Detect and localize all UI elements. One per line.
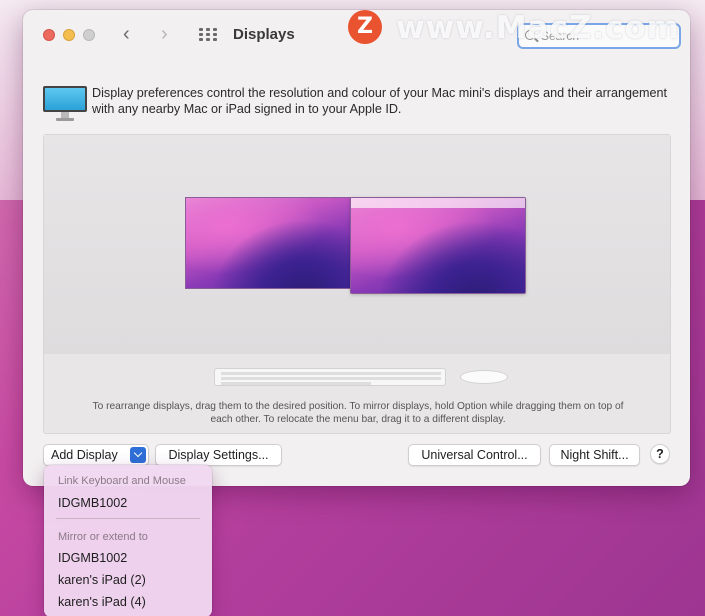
chevron-down-icon[interactable] <box>130 447 146 463</box>
monitor-icon <box>43 86 87 122</box>
minimize-button[interactable] <box>63 29 75 41</box>
mouse-icon <box>460 370 508 384</box>
display-arrangement-area: To rearrange displays, drag them to the … <box>43 134 671 434</box>
link-keyboard-header: Link Keyboard and Mouse <box>58 475 186 487</box>
add-display-button[interactable]: Add Display <box>43 444 149 466</box>
forward-chevron-icon[interactable]: › <box>161 24 168 44</box>
menu-item-mirror-idgmb1002[interactable]: IDGMB1002 <box>58 551 127 565</box>
add-display-menu: Link Keyboard and Mouse IDGMB1002 Mirror… <box>44 465 212 616</box>
menu-item-link-idgmb1002[interactable]: IDGMB1002 <box>58 496 127 510</box>
watermark-badge: Z <box>348 10 382 44</box>
menu-separator <box>56 518 200 519</box>
menu-item-karens-ipad-4[interactable]: karen's iPad (4) <box>58 595 146 609</box>
watermark-text: www.MacZ.com <box>396 10 681 46</box>
universal-control-button[interactable]: Universal Control... <box>408 444 541 466</box>
mirror-extend-header: Mirror or extend to <box>58 531 148 543</box>
menu-bar-handle[interactable] <box>351 198 525 208</box>
display-preferences-description: Display preferences control the resoluti… <box>92 86 668 116</box>
back-chevron-icon[interactable]: ‹ <box>123 24 130 44</box>
arrangement-hint: To rearrange displays, drag them to the … <box>92 401 624 425</box>
displays-window: ‹ › Displays Search Display preferences … <box>23 10 690 486</box>
display-thumbnail-2[interactable] <box>350 197 526 294</box>
watermark: Z www.MacZ.com <box>346 10 696 46</box>
display-settings-button[interactable]: Display Settings... <box>155 444 282 466</box>
close-button[interactable] <box>43 29 55 41</box>
window-title: Displays <box>233 26 295 43</box>
grid-icon[interactable] <box>199 28 217 42</box>
night-shift-button[interactable]: Night Shift... <box>549 444 640 466</box>
menu-item-karens-ipad-2[interactable]: karen's iPad (2) <box>58 573 146 587</box>
keyboard-icon <box>214 368 446 386</box>
zoom-button[interactable] <box>83 29 95 41</box>
help-button[interactable]: ? <box>650 444 670 464</box>
add-display-label: Add Display <box>51 448 118 462</box>
arrangement-canvas <box>44 135 670 354</box>
display-thumbnail-1[interactable] <box>185 197 351 289</box>
